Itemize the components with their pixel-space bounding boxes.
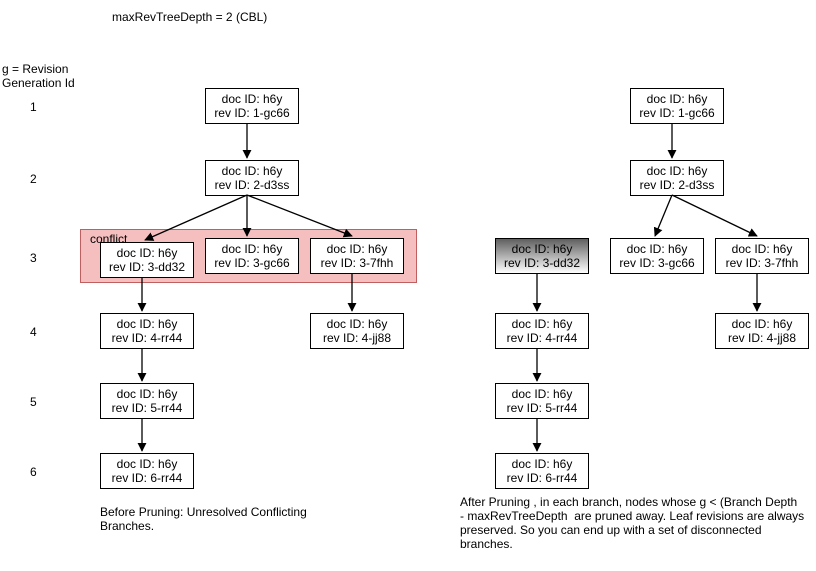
diagram-title: maxRevTreeDepth = 2 (CBL) <box>112 10 267 24</box>
edge-a2-a3b <box>655 195 672 236</box>
caption-after: After Pruning , in each branch, nodes wh… <box>460 495 810 551</box>
node-text: doc ID: h6y rev ID: 4-jj88 <box>728 317 796 345</box>
node-a2: doc ID: h6y rev ID: 2-d3ss <box>630 160 724 196</box>
node-text: doc ID: h6y rev ID: 6-rr44 <box>112 457 183 485</box>
gen-3: 3 <box>30 251 37 265</box>
node-b3b: doc ID: h6y rev ID: 3-gc66 <box>205 238 299 274</box>
node-text: doc ID: h6y rev ID: 3-gc66 <box>214 242 289 270</box>
gen-4: 4 <box>30 325 37 339</box>
caption-before: Before Pruning: Unresolved Conflicting B… <box>100 505 380 533</box>
node-text: doc ID: h6y rev ID: 1-gc66 <box>214 92 289 120</box>
node-b6: doc ID: h6y rev ID: 6-rr44 <box>100 453 194 489</box>
node-a6: doc ID: h6y rev ID: 6-rr44 <box>495 453 589 489</box>
node-text: doc ID: h6y rev ID: 3-dd32 <box>504 242 580 270</box>
gen-6: 6 <box>30 465 37 479</box>
node-text: doc ID: h6y rev ID: 2-d3ss <box>640 164 715 192</box>
edge-a2-a3c <box>672 195 757 236</box>
node-a3c: doc ID: h6y rev ID: 3-7fhh <box>715 238 809 274</box>
node-text: doc ID: h6y rev ID: 3-gc66 <box>619 242 694 270</box>
node-text: doc ID: h6y rev ID: 5-rr44 <box>112 387 183 415</box>
node-b5: doc ID: h6y rev ID: 5-rr44 <box>100 383 194 419</box>
node-text: doc ID: h6y rev ID: 2-d3ss <box>215 164 290 192</box>
node-text: doc ID: h6y rev ID: 3-7fhh <box>321 242 394 270</box>
node-text: doc ID: h6y rev ID: 1-gc66 <box>639 92 714 120</box>
node-a3a-tombstone: doc ID: h6y rev ID: 3-dd32 <box>495 238 589 274</box>
node-a1: doc ID: h6y rev ID: 1-gc66 <box>630 88 724 124</box>
node-text: doc ID: h6y rev ID: 4-rr44 <box>112 317 183 345</box>
node-text: doc ID: h6y rev ID: 4-jj88 <box>323 317 391 345</box>
node-a4a: doc ID: h6y rev ID: 4-rr44 <box>495 313 589 349</box>
node-b2: doc ID: h6y rev ID: 2-d3ss <box>205 160 299 196</box>
node-text: doc ID: h6y rev ID: 3-7fhh <box>726 242 799 270</box>
node-text: doc ID: h6y rev ID: 4-rr44 <box>507 317 578 345</box>
node-a4c: doc ID: h6y rev ID: 4-jj88 <box>715 313 809 349</box>
node-b4c: doc ID: h6y rev ID: 4-jj88 <box>310 313 404 349</box>
gen-2: 2 <box>30 172 37 186</box>
node-a3b: doc ID: h6y rev ID: 3-gc66 <box>610 238 704 274</box>
node-a5: doc ID: h6y rev ID: 5-rr44 <box>495 383 589 419</box>
node-b3a: doc ID: h6y rev ID: 3-dd32 <box>100 242 194 278</box>
axis-label: g = Revision Generation Id <box>2 62 75 90</box>
node-text: doc ID: h6y rev ID: 5-rr44 <box>507 387 578 415</box>
node-text: doc ID: h6y rev ID: 6-rr44 <box>507 457 578 485</box>
node-text: doc ID: h6y rev ID: 3-dd32 <box>109 246 185 274</box>
node-b1: doc ID: h6y rev ID: 1-gc66 <box>205 88 299 124</box>
gen-5: 5 <box>30 395 37 409</box>
node-b4a: doc ID: h6y rev ID: 4-rr44 <box>100 313 194 349</box>
node-b3c: doc ID: h6y rev ID: 3-7fhh <box>310 238 404 274</box>
gen-1: 1 <box>30 100 37 114</box>
